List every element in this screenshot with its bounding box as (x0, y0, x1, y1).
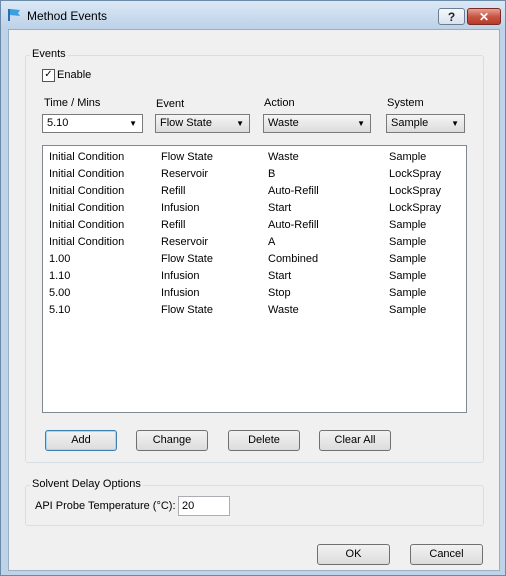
action-cell: Stop (268, 287, 291, 299)
probe-temp-input[interactable]: 20 (178, 496, 230, 516)
system-cell: Sample (389, 253, 427, 265)
add-button[interactable]: Add (45, 430, 117, 451)
time-combobox[interactable]: 5.10 ▼ (42, 114, 143, 133)
system-cell: Sample (389, 287, 427, 299)
delete-button[interactable]: Delete (228, 430, 300, 451)
event-cell: Infusion (161, 287, 200, 299)
chevron-down-icon[interactable]: ▼ (129, 115, 137, 132)
event-cell: Refill (161, 219, 186, 231)
system-label: System (387, 97, 424, 109)
action-cell: Waste (268, 151, 299, 163)
event-cell: Flow State (161, 304, 213, 316)
probe-temp-label: API Probe Temperature (°C): (35, 500, 176, 512)
window-title: Method Events (27, 9, 108, 23)
cancel-button[interactable]: Cancel (410, 544, 483, 565)
app-flag-icon (8, 9, 20, 21)
close-button[interactable]: ✕ (467, 8, 501, 25)
list-item[interactable]: 5.10 Flow State Waste Sample (43, 302, 466, 319)
event-cell: Flow State (161, 253, 213, 265)
list-item[interactable]: Initial Condition Refill Auto-Refill LockSp… (43, 183, 466, 200)
list-item[interactable]: Initial Condition Flow State Waste Sample (43, 149, 466, 166)
list-item[interactable]: Initial Condition Reservoir A Sample (43, 234, 466, 251)
action-cell: Auto-Refill (268, 185, 319, 197)
time-cell: Initial Condition (49, 168, 125, 180)
event-dropdown[interactable]: Flow State ▼ (155, 114, 250, 133)
event-cell: Flow State (161, 151, 213, 163)
time-value: 5.10 (47, 117, 69, 129)
event-label: Event (156, 98, 185, 110)
ok-button[interactable]: OK (317, 544, 390, 565)
system-cell: Sample (389, 219, 427, 231)
dialog-client: Events ✓ Enable Time / Mins Event Action… (8, 29, 500, 571)
system-dropdown[interactable]: Sample ▼ (386, 114, 465, 133)
enable-label[interactable]: Enable (57, 69, 91, 81)
chevron-down-icon[interactable]: ▼ (236, 115, 244, 132)
action-cell: B (268, 168, 276, 180)
system-value: Sample (391, 117, 429, 129)
list-item[interactable]: Initial Condition Reservoir B LockSpray (43, 166, 466, 183)
chevron-down-icon[interactable]: ▼ (357, 115, 365, 132)
events-group-label: Events (30, 48, 68, 60)
time-cell: 1.10 (49, 270, 71, 282)
time-cell: Initial Condition (49, 151, 125, 163)
time-label: Time / Mins (44, 97, 101, 109)
change-button[interactable]: Change (136, 430, 208, 451)
action-cell: A (268, 236, 276, 248)
list-item[interactable]: Initial Condition Infusion Start LockSpray (43, 200, 466, 217)
event-cell: Reservoir (161, 168, 209, 180)
system-cell: Sample (389, 270, 427, 282)
solvent-delay-group-label: Solvent Delay Options (30, 478, 143, 490)
help-button[interactable]: ? (438, 8, 465, 25)
enable-checkbox[interactable]: ✓ (42, 69, 55, 82)
system-cell: LockSpray (389, 168, 441, 180)
action-dropdown[interactable]: Waste ▼ (263, 114, 371, 133)
time-cell: Initial Condition (49, 219, 125, 231)
time-cell: 5.00 (49, 287, 71, 299)
time-cell: Initial Condition (49, 236, 125, 248)
event-cell: Infusion (161, 202, 200, 214)
time-cell: Initial Condition (49, 202, 125, 214)
title-bar[interactable]: Method Events ? ✕ (1, 1, 505, 29)
list-item[interactable]: 1.00 Flow State Combined Sample (43, 251, 466, 268)
chevron-down-icon[interactable]: ▼ (451, 115, 459, 132)
event-cell: Refill (161, 185, 186, 197)
system-cell: LockSpray (389, 202, 441, 214)
system-cell: Sample (389, 236, 427, 248)
system-cell: Sample (389, 304, 427, 316)
clear-all-button[interactable]: Clear All (319, 430, 391, 451)
action-cell: Auto-Refill (268, 219, 319, 231)
time-cell: Initial Condition (49, 185, 125, 197)
action-cell: Start (268, 270, 292, 282)
event-cell: Infusion (161, 270, 200, 282)
action-cell: Waste (268, 304, 299, 316)
action-label: Action (264, 97, 295, 109)
event-cell: Reservoir (161, 236, 209, 248)
method-events-dialog: Method Events ? ✕ Events ✓ Enable Time /… (0, 0, 506, 576)
action-value: Waste (268, 117, 299, 129)
list-item[interactable]: 5.00 Infusion Stop Sample (43, 285, 466, 302)
check-mark-icon: ✓ (44, 69, 53, 80)
event-value: Flow State (160, 117, 212, 129)
events-list[interactable]: Initial Condition Flow State Waste Sample In… (42, 145, 467, 413)
system-cell: LockSpray (389, 185, 441, 197)
list-item[interactable]: Initial Condition Refill Auto-Refill Sample (43, 217, 466, 234)
time-cell: 5.10 (49, 304, 71, 316)
list-item[interactable]: 1.10 Infusion Start Sample (43, 268, 466, 285)
action-cell: Start (268, 202, 292, 214)
action-cell: Combined (268, 253, 319, 265)
time-cell: 1.00 (49, 253, 71, 265)
system-cell: Sample (389, 151, 427, 163)
